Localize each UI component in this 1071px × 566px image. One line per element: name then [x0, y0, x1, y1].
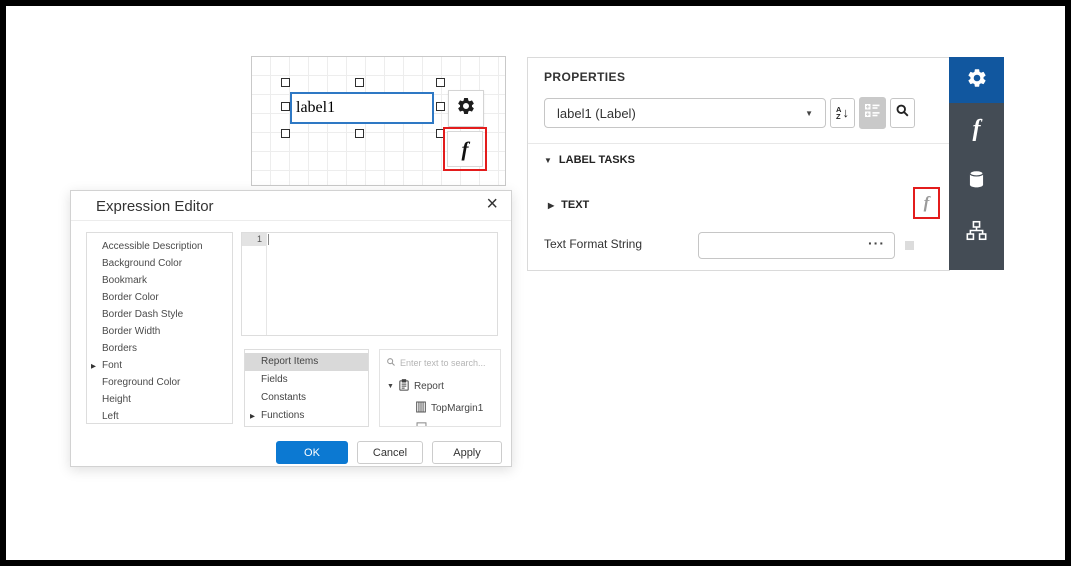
toolbar-tab-data-sources[interactable]: [949, 155, 1004, 207]
chevron-down-icon: ▼: [805, 109, 813, 118]
toolbar-tab-report-structure[interactable]: [949, 207, 1004, 259]
report-designer-screenshot: label1 f PROPERTIES label1 (Label) ▼ AZ …: [0, 0, 1071, 566]
list-item[interactable]: Border Dash Style: [87, 306, 232, 323]
search-icon: [895, 103, 910, 123]
text-format-string-label: Text Format String: [544, 237, 642, 251]
expression-fx-button[interactable]: f: [447, 131, 483, 167]
line-number: 1: [242, 233, 266, 246]
fx-icon: f: [973, 116, 981, 143]
tab-fields[interactable]: Fields: [245, 371, 368, 389]
tree-item-topmargin[interactable]: TopMargin1: [380, 401, 500, 416]
tree-item-label: TopMargin1: [431, 403, 483, 414]
editor-gutter: 1: [242, 233, 267, 335]
sort-az-button[interactable]: AZ ↓: [830, 98, 855, 128]
text-caret: [268, 234, 269, 245]
tab-functions[interactable]: ▶ Functions: [245, 407, 368, 425]
search-icon: [386, 354, 396, 372]
text-format-string-field-wrap: ···: [698, 232, 895, 259]
ok-button[interactable]: OK: [276, 441, 348, 464]
chevron-down-icon: ▼: [544, 156, 552, 165]
sitemap-icon: [965, 220, 988, 246]
list-item[interactable]: Accessible Description: [87, 238, 232, 255]
list-item[interactable]: Bookmark: [87, 272, 232, 289]
toolbar-tab-properties[interactable]: [949, 57, 1004, 103]
list-item[interactable]: Borders: [87, 340, 232, 357]
fx-icon[interactable]: f: [924, 193, 930, 213]
expression-editor-dialog: Expression Editor × Accessible Descripti…: [70, 190, 512, 467]
properties-panel-title: PROPERTIES: [544, 70, 625, 84]
highlight-red-box: f: [443, 127, 487, 171]
dialog-titlebar: Expression Editor ×: [71, 191, 511, 221]
list-item[interactable]: Foreground Color: [87, 374, 232, 391]
tab-constants[interactable]: Constants: [245, 389, 368, 407]
list-item[interactable]: Height: [87, 391, 232, 408]
side-toolbar: f: [949, 57, 1004, 270]
resize-handle[interactable]: [281, 78, 290, 87]
band-icon: [416, 422, 427, 427]
resize-handle[interactable]: [281, 129, 290, 138]
chevron-down-icon: ▼: [387, 383, 394, 390]
text-format-string-input[interactable]: [699, 233, 894, 258]
search-properties-button[interactable]: [890, 98, 915, 128]
toolbar-tab-expressions[interactable]: f: [949, 103, 1004, 155]
chevron-right-icon: ▶: [250, 408, 255, 426]
section-text[interactable]: ▶ TEXT: [548, 199, 589, 211]
tab-report-items[interactable]: Report Items: [245, 353, 368, 371]
expression-item-tree: ▼ Report TopMargin1: [379, 349, 501, 427]
list-item[interactable]: Left: [87, 408, 232, 424]
section-text-title: TEXT: [561, 199, 589, 211]
list-item-font[interactable]: ▶ Font: [87, 357, 232, 374]
chevron-right-icon: ▶: [548, 201, 554, 210]
resize-handle[interactable]: [281, 102, 290, 111]
apply-button[interactable]: Apply: [432, 441, 502, 464]
format-checkbox[interactable]: [905, 241, 914, 250]
section-label-tasks-title: LABEL TASKS: [559, 154, 635, 166]
highlight-red-box: f: [913, 187, 940, 219]
properties-panel: PROPERTIES label1 (Label) ▼ AZ ↓: [527, 57, 950, 271]
category-view-button[interactable]: [859, 97, 886, 129]
sort-az-icon: AZ ↓: [836, 106, 849, 120]
expression-property-list: Accessible Description Background Color …: [86, 232, 233, 424]
report-icon: [399, 379, 409, 394]
tree-search-row: [380, 350, 500, 372]
section-label-tasks[interactable]: ▼ LABEL TASKS: [544, 154, 635, 166]
ellipsis-button[interactable]: ···: [868, 235, 885, 251]
tree-search-input[interactable]: [400, 358, 488, 368]
list-item[interactable]: Border Width: [87, 323, 232, 340]
tree-item-partial[interactable]: [380, 422, 500, 427]
label-control[interactable]: label1: [290, 92, 434, 124]
list-item[interactable]: Background Color: [87, 255, 232, 272]
list-item[interactable]: Border Color: [87, 289, 232, 306]
tree-item-label: Report: [414, 381, 444, 392]
editor-content[interactable]: [267, 233, 497, 335]
object-selector-value: label1 (Label): [557, 106, 636, 121]
dialog-title: Expression Editor: [96, 198, 214, 215]
close-icon[interactable]: ×: [486, 193, 498, 216]
tree-item-report[interactable]: ▼ Report: [380, 379, 500, 394]
expression-code-editor[interactable]: 1: [241, 232, 498, 336]
fx-icon: f: [462, 137, 469, 162]
margin-band-icon: [416, 401, 426, 416]
chevron-right-icon: ▶: [91, 358, 96, 375]
database-icon: [966, 168, 987, 195]
gear-icon: [966, 67, 988, 94]
gear-icon: [456, 96, 476, 121]
expression-category-list: Report Items Fields Constants ▶ Function…: [244, 349, 369, 427]
label-control-text: label1: [296, 99, 335, 117]
smart-tag-gear-button[interactable]: [448, 90, 484, 127]
resize-handle[interactable]: [355, 129, 364, 138]
divider: [528, 143, 950, 144]
resize-handle[interactable]: [436, 102, 445, 111]
resize-handle[interactable]: [355, 78, 364, 87]
resize-handle[interactable]: [436, 78, 445, 87]
category-view-icon: [865, 104, 880, 122]
design-surface[interactable]: label1 f: [251, 56, 506, 186]
cancel-button[interactable]: Cancel: [357, 441, 423, 464]
object-selector-dropdown[interactable]: label1 (Label) ▼: [544, 98, 826, 128]
